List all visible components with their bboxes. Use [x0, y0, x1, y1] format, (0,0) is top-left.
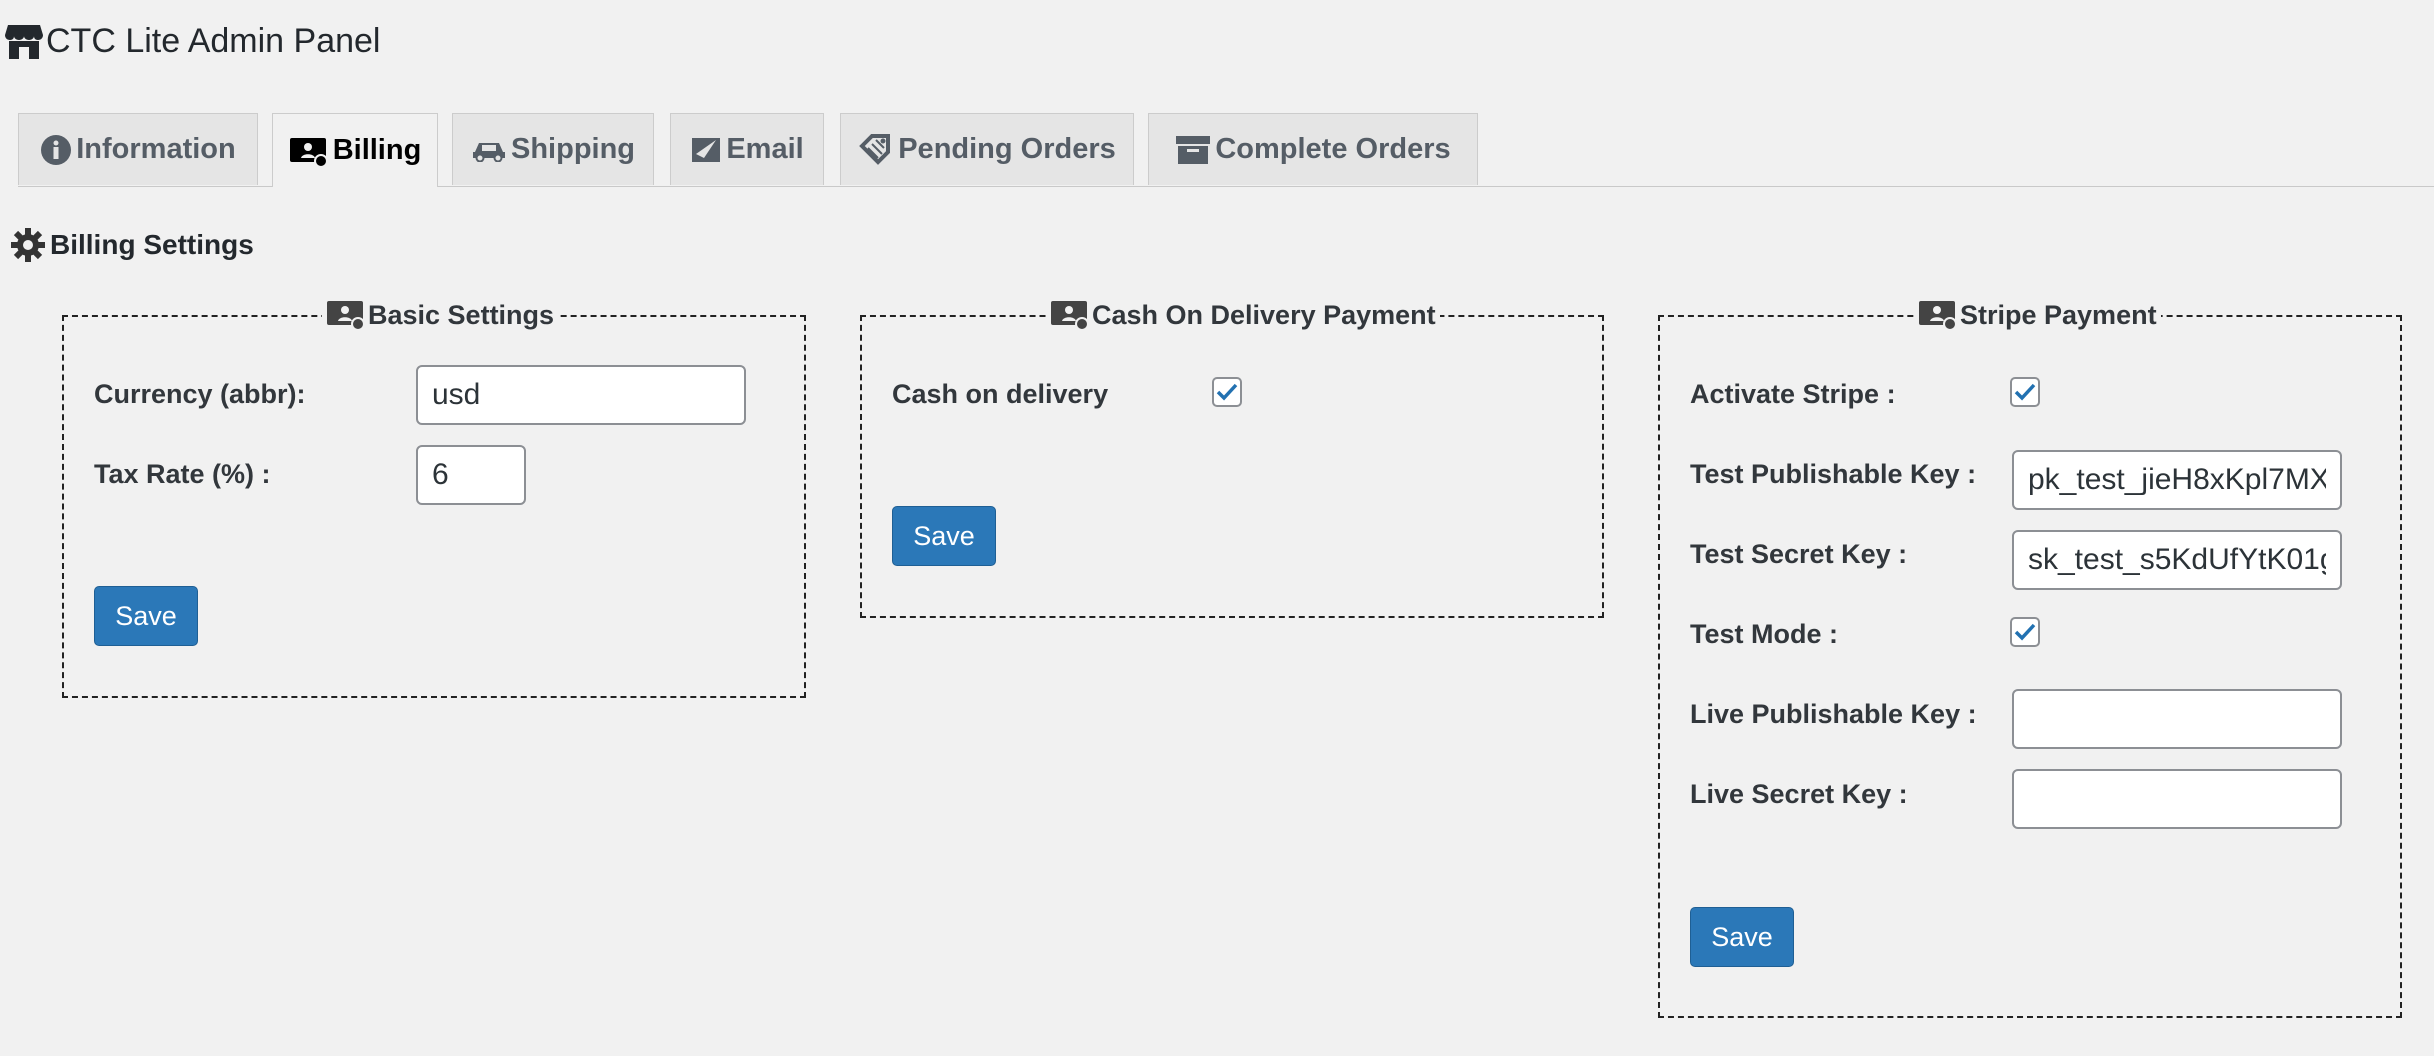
billing-icon	[289, 134, 329, 168]
live-publishable-key-input[interactable]	[2012, 689, 2342, 749]
tab-label: Complete Orders	[1215, 133, 1451, 165]
live-secret-key-input[interactable]	[2012, 769, 2342, 829]
cod-checkbox[interactable]	[1212, 377, 1242, 407]
tab-information[interactable]: Information	[18, 113, 258, 185]
test-secret-key-label: Test Secret Key :	[1690, 539, 1908, 569]
live-publishable-key-label: Live Publishable Key :	[1690, 699, 1977, 729]
billing-icon	[1918, 299, 1958, 331]
car-icon	[471, 138, 507, 162]
billing-icon	[1050, 299, 1090, 331]
currency-label: Currency (abbr):	[94, 379, 306, 409]
legend-text: Stripe Payment	[1960, 299, 2157, 330]
tab-complete-orders[interactable]: Complete Orders	[1148, 113, 1478, 185]
cod-panel: Cash On Delivery Payment Cash on deliver…	[860, 299, 1604, 618]
test-mode-label: Test Mode :	[1690, 619, 1838, 649]
billing-icon	[326, 299, 366, 331]
panel-legend: Basic Settings	[322, 299, 559, 331]
tab-email[interactable]: Email	[670, 113, 824, 185]
panel-legend: Stripe Payment	[1914, 299, 2161, 331]
page-header: CTC Lite Admin Panel	[4, 18, 381, 64]
tab-label: Shipping	[510, 133, 636, 165]
stripe-save-button[interactable]: Save	[1690, 907, 1794, 967]
tab-bar: Information Billing Shipping Email Pendi…	[18, 113, 2434, 187]
test-publishable-key-label: Test Publishable Key :	[1690, 459, 1977, 489]
page-title: CTC Lite Admin Panel	[46, 21, 381, 60]
tab-billing[interactable]: Billing	[272, 113, 438, 187]
live-secret-key-label: Live Secret Key :	[1690, 779, 1908, 809]
tab-label: Pending Orders	[898, 133, 1116, 165]
basic-settings-panel: Basic Settings Currency (abbr): Tax Rate…	[62, 299, 806, 698]
section-title: Billing Settings	[50, 229, 254, 260]
test-secret-key-input[interactable]	[2012, 530, 2342, 590]
store-icon	[4, 21, 44, 61]
legend-text: Basic Settings	[368, 299, 555, 330]
archive-icon	[1175, 134, 1211, 166]
test-publishable-key-input[interactable]	[2012, 450, 2342, 510]
gear-icon	[10, 227, 46, 263]
cod-save-button[interactable]: Save	[892, 506, 996, 566]
currency-input[interactable]	[416, 365, 746, 425]
paper-plane-icon	[690, 134, 722, 166]
activate-stripe-checkbox[interactable]	[2010, 377, 2040, 407]
tab-label: Billing	[332, 134, 422, 166]
tax-rate-label: Tax Rate (%) :	[94, 459, 271, 489]
basic-save-button[interactable]: Save	[94, 586, 198, 646]
cod-label: Cash on delivery	[892, 379, 1109, 409]
legend-text: Cash On Delivery Payment	[1092, 299, 1436, 330]
panel-legend: Cash On Delivery Payment	[1046, 299, 1440, 331]
stripe-panel: Stripe Payment Activate Stripe : Test Pu…	[1658, 299, 2402, 1018]
tab-label: Information	[76, 133, 236, 165]
tax-rate-input[interactable]	[416, 445, 526, 505]
tab-label: Email	[726, 133, 804, 165]
tab-shipping[interactable]: Shipping	[452, 113, 654, 185]
test-mode-checkbox[interactable]	[2010, 617, 2040, 647]
section-heading: Billing Settings	[10, 227, 254, 263]
tag-icon	[858, 132, 894, 168]
activate-stripe-label: Activate Stripe :	[1690, 379, 1896, 409]
info-circle-icon	[40, 134, 72, 166]
tab-pending-orders[interactable]: Pending Orders	[840, 113, 1134, 185]
